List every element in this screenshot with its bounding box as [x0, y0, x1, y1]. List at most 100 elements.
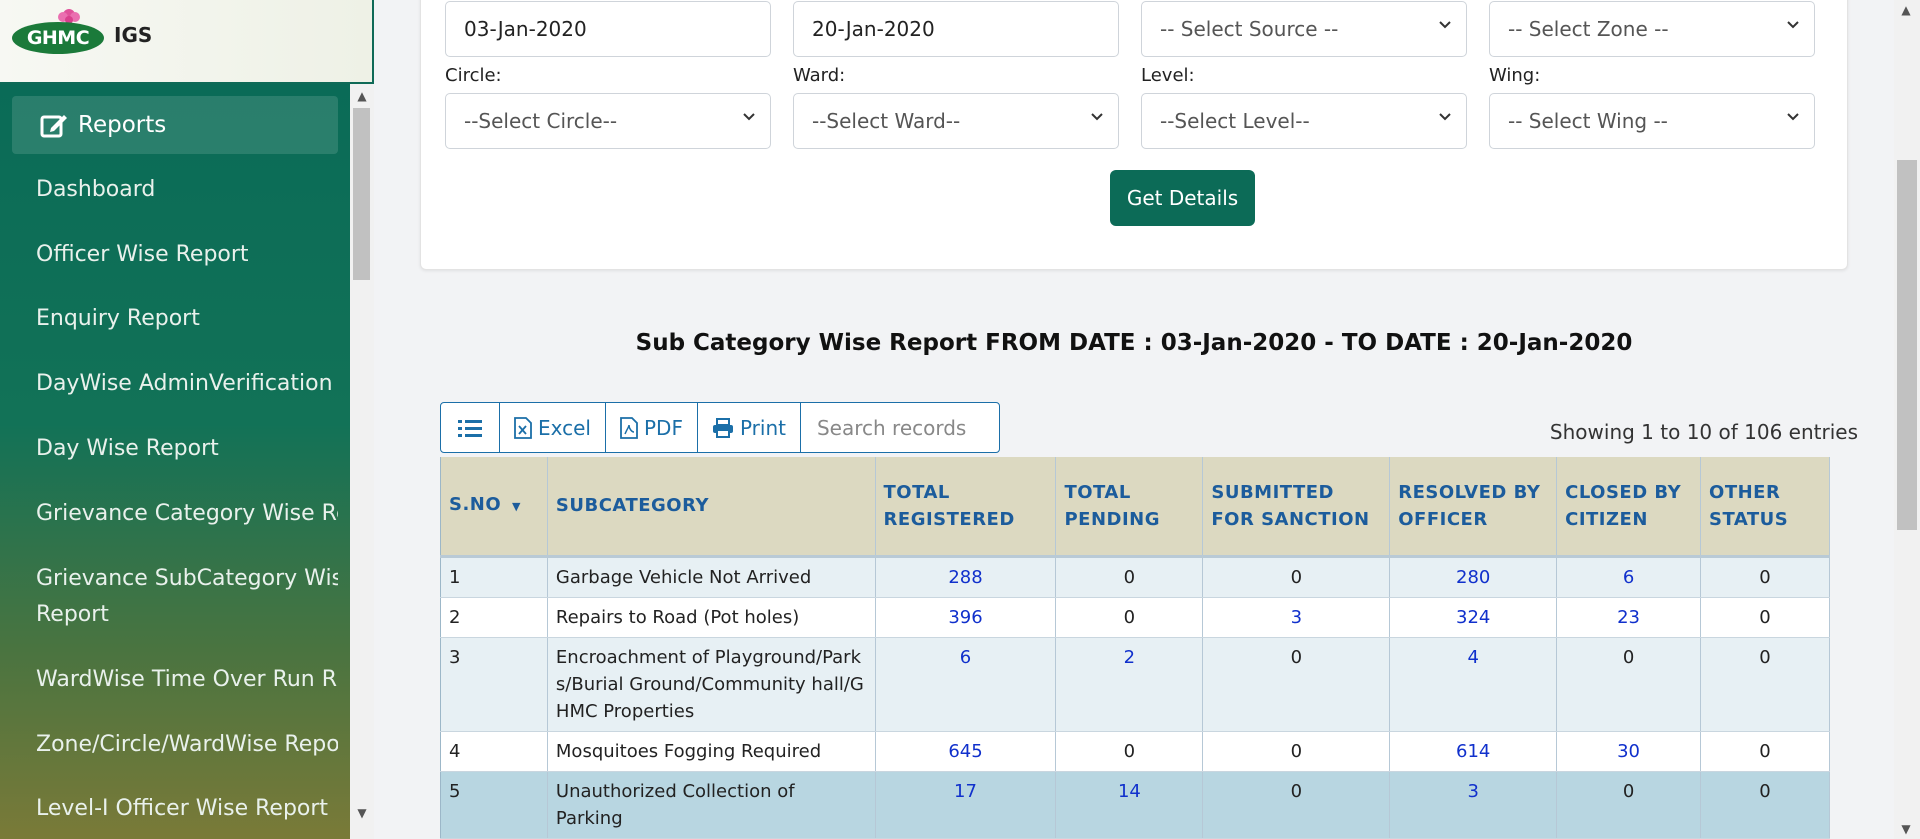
- pdf-button[interactable]: PDF: [606, 403, 698, 452]
- from-date-input[interactable]: 03-Jan-2020: [445, 1, 771, 57]
- sidebar-item-wardwise-time-over-run-report[interactable]: WardWise Time Over Run R: [36, 662, 338, 698]
- cell-total-registered-link[interactable]: 396: [875, 597, 1057, 638]
- wing-label: Wing:: [1489, 65, 1541, 86]
- sidebar-item-officer-wise-report[interactable]: Officer Wise Report: [36, 237, 338, 273]
- cell-resolved-by-officer-link[interactable]: 324: [1389, 597, 1558, 638]
- circle-select[interactable]: --Select Circle--: [445, 93, 771, 149]
- sidebar-item-grievance-subcategory-wise-report[interactable]: Grievance SubCategory Wis: [36, 561, 338, 597]
- sidebar-item-dashboard[interactable]: Dashboard: [36, 172, 338, 208]
- cell-other-status: 0: [1700, 771, 1830, 839]
- sidebar-item-grievance-subcategory-wise-report-line2[interactable]: Report: [36, 597, 338, 633]
- cell-subcategory: Mosquitoes Fogging Required: [547, 731, 876, 772]
- print-button[interactable]: Print: [698, 403, 801, 452]
- scroll-down-icon[interactable]: ▼: [350, 803, 374, 823]
- cell-submitted-for-sanction: 0: [1202, 637, 1391, 732]
- scroll-up-icon[interactable]: ▲: [350, 86, 374, 106]
- circle-label: Circle:: [445, 65, 502, 86]
- source-select-value: -- Select Source --: [1160, 17, 1339, 41]
- column-header-closed-by-citizen[interactable]: CLOSED BY CITIZEN: [1556, 457, 1702, 558]
- ward-select[interactable]: --Select Ward--: [793, 93, 1119, 149]
- cell-total-pending-link[interactable]: 14: [1055, 771, 1204, 839]
- cell-sno: 1: [440, 556, 548, 598]
- column-header-total-registered[interactable]: TOTAL REGISTERED: [875, 457, 1057, 558]
- cell-submitted-for-sanction: 0: [1202, 556, 1391, 598]
- search-records-input[interactable]: Search records: [801, 403, 999, 452]
- cell-closed-by-citizen-link[interactable]: 6: [1556, 556, 1702, 598]
- sidebar-item-day-wise-report[interactable]: Day Wise Report: [36, 431, 338, 467]
- level-select-value: --Select Level--: [1160, 109, 1310, 133]
- sort-desc-icon: ▼: [511, 500, 521, 514]
- to-date-input[interactable]: 20-Jan-2020: [793, 1, 1119, 57]
- sidebar-menu: Reports Dashboard Officer Wise Report En…: [0, 84, 350, 839]
- column-header-label: S.NO: [449, 494, 502, 516]
- column-header-subcategory[interactable]: SUBCATEGORY: [547, 457, 876, 558]
- sidebar-item-zone-circle-wardwise-report[interactable]: Zone/Circle/WardWise Repo: [36, 727, 338, 763]
- excel-button[interactable]: Excel: [500, 403, 606, 452]
- cell-submitted-for-sanction-link[interactable]: 3: [1202, 597, 1391, 638]
- table-row: 1 Garbage Vehicle Not Arrived 288 0 0 28…: [440, 556, 1830, 598]
- column-header-sno[interactable]: S.NO ▼: [440, 457, 548, 558]
- ward-select-value: --Select Ward--: [812, 109, 961, 133]
- cell-other-status: 0: [1700, 637, 1830, 732]
- cell-total-pending: 0: [1055, 556, 1204, 598]
- cell-other-status: 0: [1700, 556, 1830, 598]
- excel-file-icon: [514, 416, 532, 439]
- cell-resolved-by-officer-link[interactable]: 3: [1389, 771, 1558, 839]
- cell-closed-by-citizen-link[interactable]: 23: [1556, 597, 1702, 638]
- brand-header: GHMC IGS: [0, 0, 374, 84]
- cell-total-registered-link[interactable]: 6: [875, 637, 1057, 732]
- chevron-down-icon: [743, 113, 755, 121]
- cell-subcategory: Unauthorized Collection of Parking: [547, 771, 876, 839]
- cell-subcategory: Garbage Vehicle Not Arrived: [547, 556, 876, 598]
- report-title: Sub Category Wise Report FROM DATE : 03-…: [635, 330, 1633, 356]
- sidebar-scroll-thumb[interactable]: [353, 108, 370, 280]
- sidebar-item-reports[interactable]: Reports: [12, 96, 338, 154]
- edit-icon: [40, 115, 67, 138]
- level-select[interactable]: --Select Level--: [1141, 93, 1467, 149]
- list-icon: [458, 419, 482, 437]
- cell-resolved-by-officer-link[interactable]: 280: [1389, 556, 1558, 598]
- level-label: Level:: [1141, 65, 1195, 86]
- sidebar-item-grievance-category-wise-report[interactable]: Grievance Category Wise Re: [36, 496, 338, 532]
- source-select[interactable]: -- Select Source --: [1141, 1, 1467, 57]
- cell-sno: 3: [440, 637, 548, 732]
- sidebar-item-level-1-officer-wise-report[interactable]: Level-I Officer Wise Report: [36, 791, 338, 827]
- column-header-total-pending[interactable]: TOTAL PENDING: [1055, 457, 1204, 558]
- sidebar-item-enquiry-report[interactable]: Enquiry Report: [36, 301, 338, 337]
- excel-button-label: Excel: [538, 415, 591, 440]
- column-header-other-status[interactable]: OTHER STATUS: [1700, 457, 1830, 558]
- cell-resolved-by-officer-link[interactable]: 4: [1389, 637, 1558, 732]
- cell-closed-by-citizen: 0: [1556, 771, 1702, 839]
- app-name: IGS: [114, 23, 153, 47]
- cell-closed-by-citizen: 0: [1556, 637, 1702, 732]
- chevron-down-icon: [1787, 21, 1799, 29]
- print-button-label: Print: [739, 415, 786, 440]
- zone-select[interactable]: -- Select Zone --: [1489, 1, 1815, 57]
- cell-total-pending: 0: [1055, 597, 1204, 638]
- column-header-submitted-for-sanction[interactable]: SUBMITTED FOR SANCTION: [1202, 457, 1391, 558]
- cell-resolved-by-officer-link[interactable]: 614: [1389, 731, 1558, 772]
- cell-closed-by-citizen-link[interactable]: 30: [1556, 731, 1702, 772]
- scroll-down-icon[interactable]: ▼: [1894, 819, 1918, 839]
- wing-select[interactable]: -- Select Wing --: [1489, 93, 1815, 149]
- table-row: 5 Unauthorized Collection of Parking 17 …: [440, 771, 1830, 839]
- cell-total-registered-link[interactable]: 17: [875, 771, 1057, 839]
- get-details-button[interactable]: Get Details: [1110, 170, 1255, 226]
- sidebar-item-daywise-admin-verification[interactable]: DayWise AdminVerification: [36, 366, 338, 402]
- cell-sno: 5: [440, 771, 548, 839]
- report-table: S.NO ▼ SUBCATEGORY TOTAL REGISTERED TOTA…: [440, 457, 1830, 839]
- ghmc-logo[interactable]: GHMC: [12, 22, 104, 54]
- scroll-up-icon[interactable]: ▲: [1894, 0, 1918, 20]
- table-header-row: S.NO ▼ SUBCATEGORY TOTAL REGISTERED TOTA…: [440, 457, 1830, 558]
- page-scroll-thumb[interactable]: [1897, 160, 1917, 530]
- cell-total-registered-link[interactable]: 645: [875, 731, 1057, 772]
- circle-select-value: --Select Circle--: [464, 109, 618, 133]
- column-visibility-button[interactable]: [441, 403, 500, 452]
- cell-total-pending: 0: [1055, 731, 1204, 772]
- cell-total-registered-link[interactable]: 288: [875, 556, 1057, 598]
- ward-label: Ward:: [793, 65, 846, 86]
- cell-total-pending-link[interactable]: 2: [1055, 637, 1204, 732]
- cell-other-status: 0: [1700, 731, 1830, 772]
- main-content: 03-Jan-2020 20-Jan-2020 -- Select Source…: [374, 0, 1894, 839]
- column-header-resolved-by-officer[interactable]: RESOLVED BY OFFICER: [1389, 457, 1558, 558]
